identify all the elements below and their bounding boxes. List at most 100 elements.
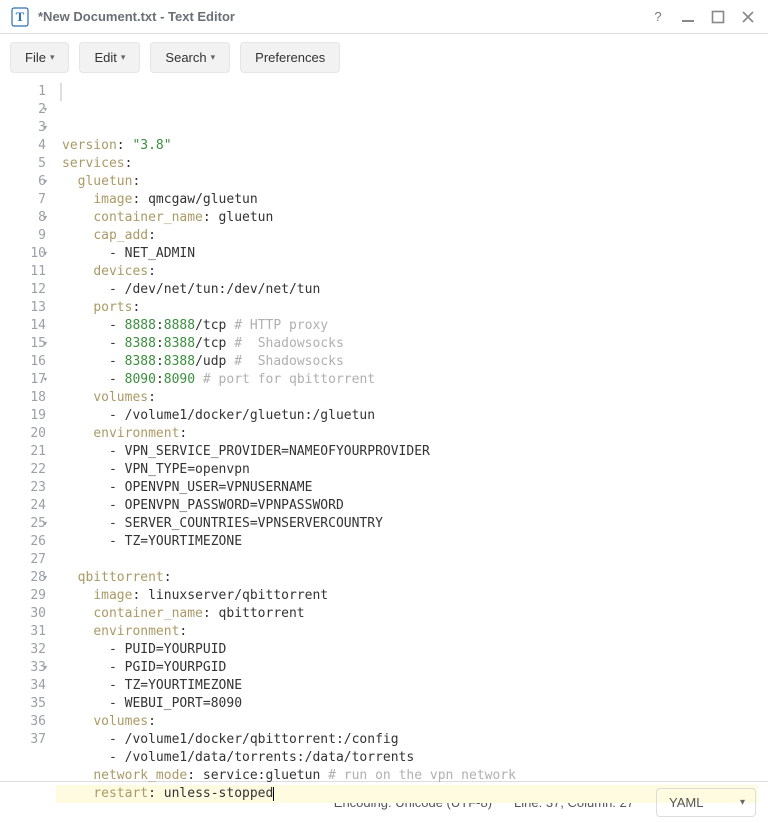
line-number: 23 (6, 479, 46, 497)
line-number: 6▾ (6, 173, 46, 191)
line-number: 5 (6, 155, 46, 173)
line-number-gutter: 12▾3▾456▾78▾910▾1112131415▾1617▾18192021… (6, 81, 56, 781)
line-number: 28▾ (6, 569, 46, 587)
code-line[interactable]: - TZ=YOURTIMEZONE (62, 533, 768, 551)
code-line[interactable]: - SERVER_COUNTRIES=VPNSERVERCOUNTRY (62, 515, 768, 533)
code-line[interactable]: cap_add: (62, 227, 768, 245)
code-line[interactable]: devices: (62, 263, 768, 281)
code-line[interactable]: - 8090:8090 # port for qbittorrent (62, 371, 768, 389)
code-line[interactable]: restart: unless-stopped (56, 785, 758, 803)
code-line[interactable]: - TZ=YOURTIMEZONE (62, 677, 768, 695)
menu-file[interactable]: File▾ (10, 42, 69, 73)
code-line[interactable]: image: qmcgaw/gluetun (62, 191, 768, 209)
line-number: 10▾ (6, 245, 46, 263)
line-number: 19 (6, 407, 46, 425)
line-number: 16 (6, 353, 46, 371)
window-title: *New Document.txt - Text Editor (38, 9, 638, 24)
code-line[interactable]: - 8388:8388/tcp # Shadowsocks (62, 335, 768, 353)
code-line[interactable]: ports: (62, 299, 768, 317)
line-number: 21 (6, 443, 46, 461)
line-number: 9 (6, 227, 46, 245)
chevron-down-icon: ▾ (211, 52, 216, 63)
menu-edit[interactable]: Edit▾ (79, 42, 140, 73)
menu-search[interactable]: Search▾ (150, 42, 230, 73)
line-number: 25▾ (6, 515, 46, 533)
code-line[interactable]: - VPN_TYPE=openvpn (62, 461, 768, 479)
line-number: 2▾ (6, 101, 46, 119)
code-textarea[interactable]: version: "3.8"services: gluetun: image: … (56, 81, 768, 781)
chevron-down-icon: ▾ (121, 52, 126, 63)
line-number: 18 (6, 389, 46, 407)
code-line[interactable]: environment: (62, 623, 768, 641)
line-number: 24 (6, 497, 46, 515)
text-caret (273, 787, 274, 801)
code-line[interactable]: - /volume1/docker/gluetun:/gluetun (62, 407, 768, 425)
fold-toggle-icon[interactable]: ▾ (43, 659, 48, 677)
line-number: 27 (6, 551, 46, 569)
language-select[interactable]: YAML (656, 788, 756, 817)
menubar: File▾ Edit▾ Search▾ Preferences (0, 34, 768, 81)
line-number: 36 (6, 713, 46, 731)
line-number: 37 (6, 731, 46, 749)
line-number: 34 (6, 677, 46, 695)
line-number: 33▾ (6, 659, 46, 677)
code-line[interactable]: - PUID=YOURPUID (62, 641, 768, 659)
fold-toggle-icon[interactable]: ▾ (43, 209, 48, 227)
code-line[interactable]: - 8388:8388/udp # Shadowsocks (62, 353, 768, 371)
line-number: 7 (6, 191, 46, 209)
line-number: 35 (6, 695, 46, 713)
line-number: 26 (6, 533, 46, 551)
code-line[interactable]: - PGID=YOURPGID (62, 659, 768, 677)
fold-toggle-icon[interactable]: ▾ (43, 371, 48, 389)
line-number: 30 (6, 605, 46, 623)
code-line[interactable] (62, 551, 768, 569)
line-number: 3▾ (6, 119, 46, 137)
line-number: 15▾ (6, 335, 46, 353)
code-line[interactable]: volumes: (62, 713, 768, 731)
line-number: 1 (6, 83, 46, 101)
code-line[interactable]: - /volume1/data/torrents:/data/torrents (62, 749, 768, 767)
code-line[interactable]: - /dev/net/tun:/dev/net/tun (62, 281, 768, 299)
maximize-icon[interactable] (708, 7, 728, 27)
code-line[interactable]: - 8888:8888/tcp # HTTP proxy (62, 317, 768, 335)
code-line[interactable]: - NET_ADMIN (62, 245, 768, 263)
line-number: 29 (6, 587, 46, 605)
fold-toggle-icon[interactable]: ▾ (43, 335, 48, 353)
code-line[interactable]: container_name: qbittorrent (62, 605, 768, 623)
line-number: 11 (6, 263, 46, 281)
code-line[interactable]: network_mode: service:gluetun # run on t… (62, 767, 768, 785)
titlebar: T *New Document.txt - Text Editor ? (0, 0, 768, 34)
minimize-icon[interactable] (678, 7, 698, 27)
code-line[interactable]: - OPENVPN_PASSWORD=VPNPASSWORD (62, 497, 768, 515)
code-line[interactable]: image: linuxserver/qbittorrent (62, 587, 768, 605)
app-icon: T (10, 7, 30, 27)
code-line[interactable]: - WEBUI_PORT=8090 (62, 695, 768, 713)
fold-toggle-icon[interactable]: ▾ (43, 515, 48, 533)
menu-preferences[interactable]: Preferences (240, 42, 340, 73)
fold-toggle-icon[interactable]: ▾ (43, 245, 48, 263)
fold-toggle-icon[interactable]: ▾ (43, 569, 48, 587)
chevron-down-icon: ▾ (50, 52, 55, 63)
current-line-indicator (60, 83, 62, 101)
code-line[interactable]: - /volume1/docker/qbittorrent:/config (62, 731, 768, 749)
line-number: 22 (6, 461, 46, 479)
line-number: 31 (6, 623, 46, 641)
line-number: 20 (6, 425, 46, 443)
code-line[interactable]: services: (62, 155, 768, 173)
code-line[interactable]: environment: (62, 425, 768, 443)
help-icon[interactable]: ? (648, 7, 668, 27)
code-line[interactable]: volumes: (62, 389, 768, 407)
code-line[interactable]: container_name: gluetun (62, 209, 768, 227)
code-line[interactable]: gluetun: (62, 173, 768, 191)
line-number: 8▾ (6, 209, 46, 227)
code-line[interactable]: - VPN_SERVICE_PROVIDER=NAMEOFYOURPROVIDE… (62, 443, 768, 461)
line-number: 12 (6, 281, 46, 299)
close-icon[interactable] (738, 7, 758, 27)
code-line[interactable]: version: "3.8" (62, 137, 768, 155)
fold-toggle-icon[interactable]: ▾ (43, 101, 48, 119)
fold-toggle-icon[interactable]: ▾ (43, 173, 48, 191)
code-line[interactable]: qbittorrent: (62, 569, 768, 587)
code-line[interactable]: - OPENVPN_USER=VPNUSERNAME (62, 479, 768, 497)
fold-toggle-icon[interactable]: ▾ (43, 119, 48, 137)
svg-text:T: T (16, 9, 25, 24)
